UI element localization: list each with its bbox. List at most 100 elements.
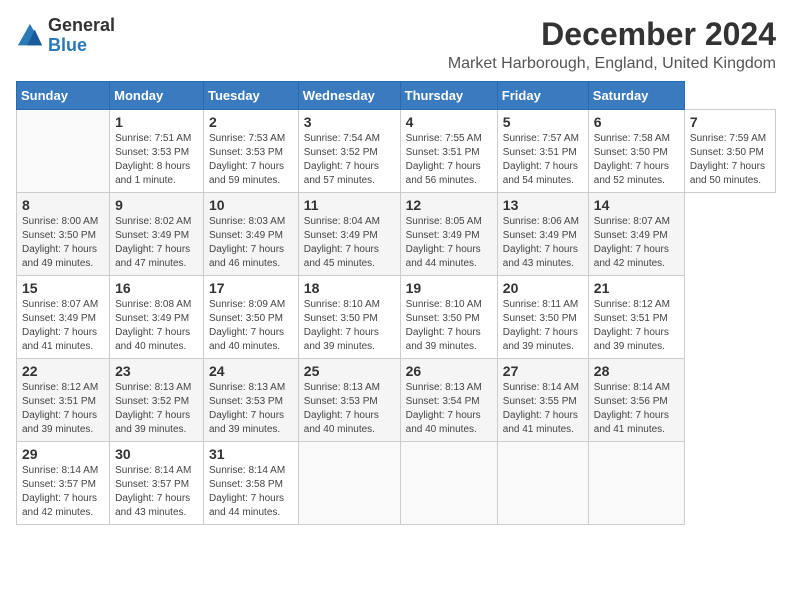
calendar-cell: 27 Sunrise: 8:14 AMSunset: 3:55 PMDayligh…: [497, 359, 588, 442]
calendar-cell: 23Sunrise: 8:13 AMSunset: 3:52 PMDayligh…: [110, 359, 204, 442]
day-number: 8: [22, 197, 104, 213]
main-title: December 2024: [448, 16, 776, 53]
day-number: 16: [115, 280, 198, 296]
day-number: 1: [115, 114, 198, 130]
calendar-cell: 26 Sunrise: 8:13 AMSunset: 3:54 PMDayligh…: [400, 359, 497, 442]
day-info: Sunrise: 8:07 AMSunset: 3:49 PMDaylight:…: [22, 298, 104, 354]
calendar-cell: 16 Sunrise: 8:08 AMSunset: 3:49 PMDayligh…: [110, 276, 204, 359]
day-info: Sunrise: 8:13 AMSunset: 3:53 PMDaylight:…: [304, 381, 395, 437]
day-number: 4: [406, 114, 492, 130]
calendar-week-row: 15Sunrise: 8:07 AMSunset: 3:49 PMDayligh…: [17, 276, 776, 359]
calendar-cell: 21 Sunrise: 8:12 AMSunset: 3:51 PMDayligh…: [588, 276, 684, 359]
calendar-cell: 1 Sunrise: 7:51 AMSunset: 3:53 PMDaylight…: [110, 110, 204, 193]
day-info: Sunrise: 8:12 AMSunset: 3:51 PMDaylight:…: [22, 381, 104, 437]
day-info: Sunrise: 8:02 AMSunset: 3:49 PMDaylight:…: [115, 215, 198, 271]
calendar-cell: 29 Sunrise: 8:14 AMSunset: 3:57 PMDayligh…: [17, 442, 110, 525]
day-info: Sunrise: 8:08 AMSunset: 3:49 PMDaylight:…: [115, 298, 198, 354]
day-number: 5: [503, 114, 583, 130]
weekday-header: Sunday: [17, 82, 110, 110]
day-info: Sunrise: 8:07 AMSunset: 3:49 PMDaylight:…: [594, 215, 679, 271]
calendar-cell: 5 Sunrise: 7:57 AMSunset: 3:51 PMDaylight…: [497, 110, 588, 193]
day-info: Sunrise: 7:59 AMSunset: 3:50 PMDaylight:…: [690, 132, 770, 188]
day-number: 26: [406, 363, 492, 379]
page-container: General Blue December 2024 Market Harbor…: [16, 16, 776, 525]
calendar-cell: 22 Sunrise: 8:12 AMSunset: 3:51 PMDayligh…: [17, 359, 110, 442]
day-info: Sunrise: 8:09 AMSunset: 3:50 PMDaylight:…: [209, 298, 293, 354]
day-info: Sunrise: 8:00 AMSunset: 3:50 PMDaylight:…: [22, 215, 104, 271]
logo-general: General: [48, 15, 115, 35]
day-number: 25: [304, 363, 395, 379]
day-info: Sunrise: 8:12 AMSunset: 3:51 PMDaylight:…: [594, 298, 679, 354]
calendar-cell: 28 Sunrise: 8:14 AMSunset: 3:56 PMDayligh…: [588, 359, 684, 442]
day-info: Sunrise: 8:11 AMSunset: 3:50 PMDaylight:…: [503, 298, 583, 354]
day-info: Sunrise: 7:53 AMSunset: 3:53 PMDaylight:…: [209, 132, 293, 188]
day-number: 19: [406, 280, 492, 296]
day-number: 29: [22, 446, 104, 462]
day-info: Sunrise: 7:51 AMSunset: 3:53 PMDaylight:…: [115, 132, 198, 188]
weekday-header: Friday: [497, 82, 588, 110]
calendar-header-row: SundayMondayTuesdayWednesdayThursdayFrid…: [17, 82, 776, 110]
day-number: 12: [406, 197, 492, 213]
day-number: 24: [209, 363, 293, 379]
day-number: 7: [690, 114, 770, 130]
day-number: 17: [209, 280, 293, 296]
logo-text: General Blue: [48, 16, 115, 56]
day-number: 31: [209, 446, 293, 462]
calendar-cell: 25 Sunrise: 8:13 AMSunset: 3:53 PMDayligh…: [298, 359, 400, 442]
calendar-week-row: 29 Sunrise: 8:14 AMSunset: 3:57 PMDayligh…: [17, 442, 776, 525]
day-number: 14: [594, 197, 679, 213]
day-number: 6: [594, 114, 679, 130]
calendar-cell: [588, 442, 684, 525]
day-number: 27: [503, 363, 583, 379]
day-info: Sunrise: 8:10 AMSunset: 3:50 PMDaylight:…: [304, 298, 395, 354]
day-number: 23: [115, 363, 198, 379]
day-number: 28: [594, 363, 679, 379]
day-info: Sunrise: 7:57 AMSunset: 3:51 PMDaylight:…: [503, 132, 583, 188]
header: General Blue December 2024 Market Harbor…: [16, 16, 776, 73]
calendar-cell: 4 Sunrise: 7:55 AMSunset: 3:51 PMDaylight…: [400, 110, 497, 193]
calendar-cell: 31 Sunrise: 8:14 AMSunset: 3:58 PMDayligh…: [204, 442, 299, 525]
calendar-cell: 13Sunrise: 8:06 AMSunset: 3:49 PMDayligh…: [497, 193, 588, 276]
subtitle: Market Harborough, England, United Kingd…: [448, 55, 776, 73]
calendar-cell: 15Sunrise: 8:07 AMSunset: 3:49 PMDayligh…: [17, 276, 110, 359]
calendar-cell: 17 Sunrise: 8:09 AMSunset: 3:50 PMDayligh…: [204, 276, 299, 359]
day-info: Sunrise: 7:54 AMSunset: 3:52 PMDaylight:…: [304, 132, 395, 188]
weekday-header: Monday: [110, 82, 204, 110]
calendar-cell: [17, 110, 110, 193]
day-info: Sunrise: 8:14 AMSunset: 3:57 PMDaylight:…: [22, 464, 104, 520]
logo: General Blue: [16, 16, 115, 56]
calendar-cell: 8 Sunrise: 8:00 AMSunset: 3:50 PMDaylight…: [17, 193, 110, 276]
calendar-cell: 30Sunrise: 8:14 AMSunset: 3:57 PMDayligh…: [110, 442, 204, 525]
calendar-cell: 19 Sunrise: 8:10 AMSunset: 3:50 PMDayligh…: [400, 276, 497, 359]
day-number: 22: [22, 363, 104, 379]
day-info: Sunrise: 8:14 AMSunset: 3:56 PMDaylight:…: [594, 381, 679, 437]
day-number: 2: [209, 114, 293, 130]
weekday-header: Thursday: [400, 82, 497, 110]
weekday-header: Saturday: [588, 82, 684, 110]
day-info: Sunrise: 8:14 AMSunset: 3:55 PMDaylight:…: [503, 381, 583, 437]
calendar-cell: 18Sunrise: 8:10 AMSunset: 3:50 PMDayligh…: [298, 276, 400, 359]
calendar-cell: [497, 442, 588, 525]
day-number: 20: [503, 280, 583, 296]
day-info: Sunrise: 8:14 AMSunset: 3:58 PMDaylight:…: [209, 464, 293, 520]
logo-blue: Blue: [48, 35, 87, 55]
calendar-cell: 20 Sunrise: 8:11 AMSunset: 3:50 PMDayligh…: [497, 276, 588, 359]
day-info: Sunrise: 8:13 AMSunset: 3:54 PMDaylight:…: [406, 381, 492, 437]
day-number: 30: [115, 446, 198, 462]
day-number: 10: [209, 197, 293, 213]
weekday-header: Tuesday: [204, 82, 299, 110]
calendar-cell: [400, 442, 497, 525]
title-section: December 2024 Market Harborough, England…: [448, 16, 776, 73]
day-info: Sunrise: 7:58 AMSunset: 3:50 PMDaylight:…: [594, 132, 679, 188]
calendar-cell: 14 Sunrise: 8:07 AMSunset: 3:49 PMDayligh…: [588, 193, 684, 276]
calendar-cell: 11Sunrise: 8:04 AMSunset: 3:49 PMDayligh…: [298, 193, 400, 276]
day-info: Sunrise: 7:55 AMSunset: 3:51 PMDaylight:…: [406, 132, 492, 188]
weekday-header: Wednesday: [298, 82, 400, 110]
day-info: Sunrise: 8:10 AMSunset: 3:50 PMDaylight:…: [406, 298, 492, 354]
calendar-cell: 3Sunrise: 7:54 AMSunset: 3:52 PMDaylight…: [298, 110, 400, 193]
day-number: 21: [594, 280, 679, 296]
calendar-week-row: 8 Sunrise: 8:00 AMSunset: 3:50 PMDaylight…: [17, 193, 776, 276]
calendar: SundayMondayTuesdayWednesdayThursdayFrid…: [16, 81, 776, 525]
day-info: Sunrise: 8:05 AMSunset: 3:49 PMDaylight:…: [406, 215, 492, 271]
day-number: 13: [503, 197, 583, 213]
